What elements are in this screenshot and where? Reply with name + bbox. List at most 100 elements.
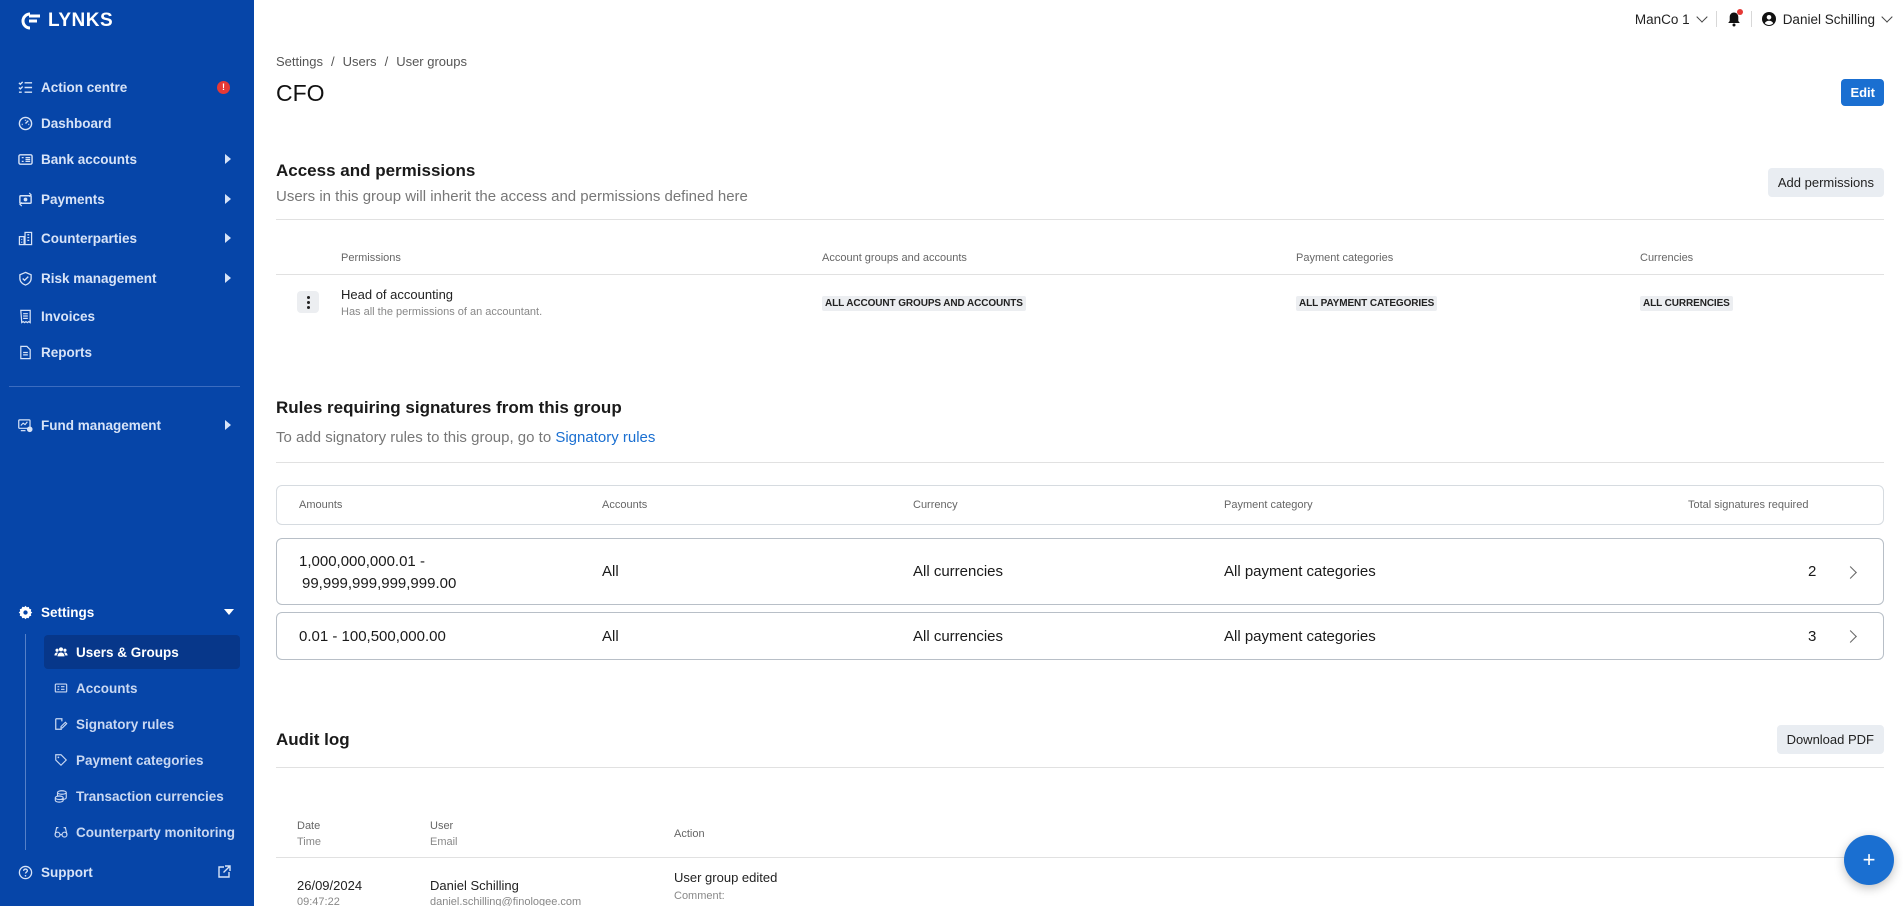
sidebar-item-payments[interactable]: Payments (0, 185, 254, 213)
chevron-down-icon (1696, 10, 1708, 23)
breadcrumb-user-groups[interactable]: User groups (396, 54, 467, 69)
sidebar-item-bank-accounts[interactable]: Bank accounts (0, 145, 254, 173)
sidebar-item-dashboard[interactable]: Dashboard (0, 109, 254, 137)
chevron-right-icon (1844, 630, 1857, 643)
sidebar-subitem-label: Users & Groups (76, 644, 179, 660)
column-header-email: Email (430, 836, 458, 848)
sidebar-item-label: Bank accounts (41, 151, 138, 167)
breadcrumb-settings[interactable]: Settings (276, 54, 323, 69)
notifications-button[interactable] (1727, 9, 1743, 27)
brand-logo[interactable]: LYNKS (20, 10, 113, 32)
column-header-currency: Currency (913, 499, 958, 511)
sidebar-item-support[interactable]: Support (0, 858, 254, 886)
brand-name: LYNKS (48, 10, 114, 31)
breadcrumb: Settings / Users / User groups (276, 54, 467, 69)
rule-row[interactable]: 1,000,000,000.01 - 99,999,999,999,999.00… (276, 538, 1884, 605)
payment-categories-tag: ALL PAYMENT CATEGORIES (1296, 296, 1438, 311)
audit-user: Daniel Schilling (430, 878, 519, 893)
column-header-currencies: Currencies (1640, 252, 1694, 264)
user-circle-icon (1761, 12, 1776, 26)
gear-icon (17, 604, 33, 620)
audit-email: daniel.schilling@finologee.com (430, 896, 582, 906)
sidebar-item-settings[interactable]: Settings (0, 598, 254, 626)
app-root: LYNKS Action centre ! Dashboard Bank acc… (0, 0, 1903, 906)
accounts-tag: ALL ACCOUNT GROUPS AND ACCOUNTS (822, 296, 1026, 311)
submenu-guide-line (25, 634, 26, 850)
sidebar-item-label: Invoices (41, 308, 96, 324)
sidebar-subitem-signatory-rules[interactable]: Signatory rules (44, 707, 240, 741)
rule-accounts: All (602, 563, 619, 580)
sidebar-item-action-centre[interactable]: Action centre ! (0, 73, 254, 101)
divider (276, 767, 1884, 768)
tag-icon (53, 752, 69, 768)
user-menu[interactable]: Daniel Schilling (1761, 10, 1893, 27)
sidebar-item-risk-management[interactable]: Risk management (0, 264, 254, 292)
shield-check-icon (17, 270, 33, 286)
rules-subtitle-text: To add signatory rules to this group, go… (276, 429, 552, 446)
rule-row[interactable]: 0.01 - 100,500,000.00 All All currencies… (276, 612, 1884, 660)
coins-icon (53, 788, 69, 804)
chevron-down-icon (1881, 10, 1893, 23)
access-section-subtitle: Users in this group will inherit the acc… (276, 188, 748, 205)
plus-icon: + (1862, 847, 1876, 872)
sidebar-item-label: Reports (41, 344, 93, 360)
audit-time: 09:47:22 (297, 896, 340, 906)
caret-right-icon (225, 233, 231, 243)
edit-button[interactable]: Edit (1841, 79, 1884, 106)
company-name: ManCo 1 (1634, 11, 1690, 27)
sidebar-item-label: Fund management (41, 417, 162, 433)
lynks-logo-icon (21, 12, 40, 30)
rule-amount: 0.01 - 100,500,000.00 (299, 628, 446, 645)
column-header-time: Time (297, 836, 322, 848)
sidebar-item-label: Payments (41, 191, 105, 207)
divider (276, 462, 1884, 463)
column-header-date: Date (297, 820, 321, 832)
money-transfer-icon (17, 191, 33, 207)
rule-signatures: 2 (1808, 563, 1817, 580)
sidebar-subitem-payment-categories[interactable]: Payment categories (44, 743, 240, 777)
rules-section-subtitle: To add signatory rules to this group, go… (276, 429, 655, 446)
sidebar-item-invoices[interactable]: Invoices (0, 302, 254, 330)
access-section-title: Access and permissions (276, 161, 476, 180)
document-icon (17, 344, 33, 360)
sidebar-item-label: Risk management (41, 270, 157, 286)
column-header-user: User (430, 820, 454, 832)
external-link-icon (218, 865, 231, 878)
breadcrumb-users[interactable]: Users (343, 54, 377, 69)
rule-currency: All currencies (913, 628, 1004, 645)
top-bar-controls: ManCo 1 Daniel Schilling (1634, 9, 1893, 27)
rules-table-header: Amounts Accounts Currency Payment catego… (276, 485, 1884, 525)
breadcrumb-separator: / (384, 54, 389, 69)
rule-payment-category: All payment categories (1224, 628, 1376, 645)
sidebar-subitem-users-groups[interactable]: Users & Groups (44, 635, 240, 669)
sidebar-subitem-accounts[interactable]: Accounts (44, 671, 240, 705)
sidebar-item-label: Dashboard (41, 115, 112, 131)
alert-badge: ! (217, 80, 230, 94)
download-pdf-button[interactable]: Download PDF (1776, 725, 1884, 754)
column-header-action: Action (674, 828, 705, 840)
add-fab-button[interactable]: + (1844, 835, 1894, 885)
sidebar-item-label: Counterparties (41, 230, 138, 246)
audit-section-title: Audit log (276, 730, 350, 749)
row-actions-button[interactable] (297, 291, 319, 313)
sidebar-subitem-transaction-currencies[interactable]: Transaction currencies (44, 779, 240, 813)
question-circle-icon (17, 864, 33, 880)
top-bar: ManCo 1 Daniel Schilling (254, 0, 1903, 42)
sidebar-subitem-counterparty-monitoring[interactable]: Counterparty monitoring (44, 815, 240, 849)
rule-currency: All currencies (913, 563, 1004, 580)
sidebar-item-counterparties[interactable]: Counterparties (0, 224, 254, 252)
users-icon (53, 644, 69, 660)
permission-description: Has all the permissions of an accountant… (341, 306, 543, 318)
sidebar-item-reports[interactable]: Reports (0, 338, 254, 366)
sidebar-item-label: Settings (41, 604, 95, 620)
audit-comment: Comment: (674, 890, 725, 902)
chevron-right-icon (1844, 566, 1857, 579)
kebab-menu-icon (306, 295, 310, 310)
sidebar-item-fund-management[interactable]: Fund management (0, 411, 254, 439)
signatory-rules-link[interactable]: Signatory rules (555, 429, 655, 446)
divider (1750, 11, 1752, 27)
company-selector[interactable]: ManCo 1 (1634, 10, 1708, 27)
add-permissions-button[interactable]: Add permissions (1767, 168, 1884, 197)
money-check-icon (17, 151, 33, 167)
caret-right-icon (225, 194, 231, 204)
